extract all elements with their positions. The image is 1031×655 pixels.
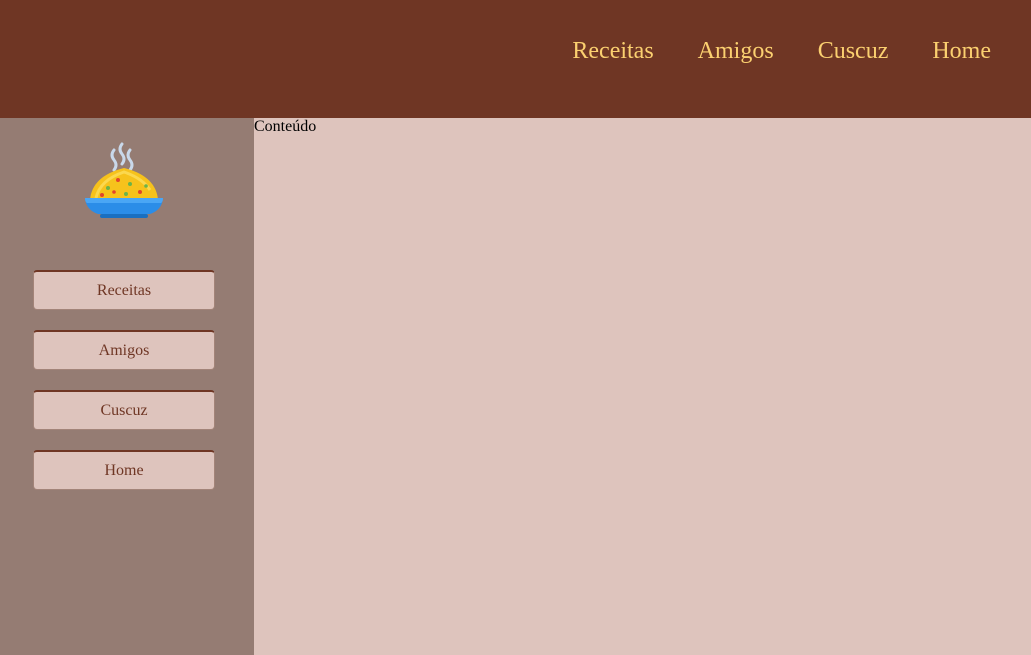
top-nav-link-home[interactable]: Home — [932, 36, 991, 66]
sidebar: Receitas Amigos Cuscuz Home — [0, 118, 254, 655]
top-nav-link-cuscuz[interactable]: Cuscuz — [818, 36, 889, 66]
rice-bowl-icon — [82, 140, 166, 224]
top-nav-link-amigos[interactable]: Amigos — [698, 36, 774, 66]
main-content: Conteúdo — [254, 118, 1031, 655]
content-text: Conteúdo — [254, 118, 317, 135]
sidebar-button-amigos[interactable]: Amigos — [33, 330, 215, 370]
sidebar-button-cuscuz[interactable]: Cuscuz — [33, 390, 215, 430]
top-nav-link-receitas[interactable]: Receitas — [572, 36, 653, 66]
header-bar: Receitas Amigos Cuscuz Home — [0, 0, 1031, 118]
sidebar-button-home[interactable]: Home — [33, 450, 215, 490]
sidebar-button-receitas[interactable]: Receitas — [33, 270, 215, 310]
top-nav: Receitas Amigos Cuscuz Home — [528, 36, 991, 66]
